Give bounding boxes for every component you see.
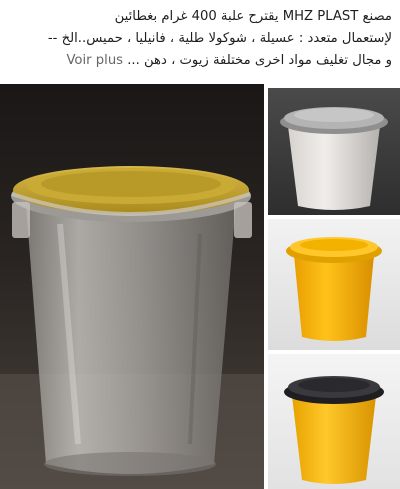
- caption-line-1: مصنع MHZ PLAST يقترح علبة 400 غرام بغطائ…: [114, 9, 392, 24]
- caption-line-2: لإستعمال متعدد : عسيلة ، شوكولا طلية ، ف…: [47, 31, 392, 46]
- caption-line-3-text: و مجال تغليف مواد اخرى مختلفة زيوت ، دهن…: [123, 53, 392, 68]
- photo-clear-container[interactable]: [0, 84, 264, 489]
- photo-yellow-container-black-lid[interactable]: [268, 354, 400, 489]
- facebook-post: مصنع MHZ PLAST يقترح علبة 400 غرام بغطائ…: [0, 0, 400, 489]
- caption-line-3: و مجال تغليف مواد اخرى مختلفة زيوت ، دهن…: [8, 50, 392, 72]
- yellow-black-container-image: [268, 354, 400, 489]
- clear-container-image: [0, 84, 264, 489]
- yellow-container-image: [268, 219, 400, 350]
- photo-gallery: [0, 84, 400, 489]
- photo-grey-container[interactable]: [268, 88, 400, 215]
- see-more-link[interactable]: Voir plus: [66, 53, 123, 68]
- grey-container-image: [268, 88, 400, 215]
- post-caption: مصنع MHZ PLAST يقترح علبة 400 غرام بغطائ…: [0, 0, 400, 80]
- photo-yellow-container[interactable]: [268, 219, 400, 350]
